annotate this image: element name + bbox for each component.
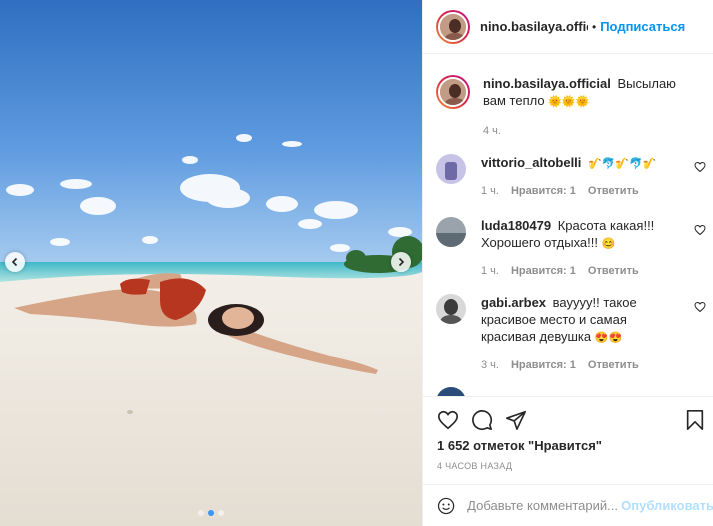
comment-avatar[interactable] bbox=[436, 217, 466, 247]
comment-emoji: 😍😍 bbox=[594, 332, 623, 344]
carousel-dot bbox=[198, 510, 204, 516]
chevron-right-icon bbox=[398, 257, 405, 267]
comment-reply-button[interactable]: Ответить bbox=[588, 263, 639, 280]
comment-time[interactable]: 1 ч. bbox=[481, 263, 499, 280]
follow-button[interactable]: Подписаться bbox=[600, 19, 685, 34]
comment-avatar[interactable] bbox=[436, 387, 466, 396]
comment-username[interactable]: luda180479 bbox=[481, 218, 551, 233]
comment-text: 🎷🐬🎷🐬🎷 bbox=[588, 158, 657, 170]
comment-item-partial bbox=[436, 387, 706, 396]
carousel-dot bbox=[218, 510, 224, 516]
comment-likes-count[interactable]: Нравится: 1 bbox=[511, 263, 576, 280]
post: nino.basilaya.official • Подписаться nin… bbox=[0, 0, 713, 526]
comment-item: vittorio_altobelli 🎷🐬🎷🐬🎷 1 ч. Нравится: … bbox=[436, 154, 706, 200]
comment-reply-button[interactable]: Ответить bbox=[588, 357, 639, 374]
comment-time[interactable]: 1 ч. bbox=[481, 183, 499, 200]
post-header: nino.basilaya.official • Подписаться bbox=[423, 0, 713, 54]
comment-avatar-image bbox=[436, 387, 466, 396]
caption-emoji: 🌞🌞🌞 bbox=[548, 96, 590, 108]
publish-button[interactable]: Опубликовать bbox=[621, 498, 713, 513]
post-photo[interactable] bbox=[0, 0, 422, 526]
comment-likes-count[interactable]: Нравится: 1 bbox=[511, 183, 576, 200]
comment-item: gabi.arbex вауууу!! такое красивое место… bbox=[436, 294, 706, 374]
comment-bubble-icon[interactable] bbox=[471, 409, 493, 431]
comment-username[interactable]: vittorio_altobelli bbox=[481, 155, 581, 170]
header-separator: • bbox=[592, 19, 597, 34]
comment-avatar-image bbox=[436, 217, 466, 247]
comment-avatar-image bbox=[436, 154, 466, 184]
save-bookmark-icon[interactable] bbox=[685, 409, 705, 431]
comment-username[interactable]: gabi.arbex bbox=[481, 295, 546, 310]
comment-like-heart-icon[interactable] bbox=[694, 301, 706, 313]
caption-avatar-image bbox=[440, 79, 466, 105]
comment-emoji: 😊 bbox=[601, 238, 616, 250]
carousel-dot-active bbox=[208, 510, 214, 516]
comment-item: luda180479 Красота какая!!! Хорошего отд… bbox=[436, 217, 706, 280]
caption-avatar[interactable] bbox=[436, 75, 470, 109]
caption-time[interactable]: 4 ч. bbox=[483, 123, 501, 140]
comment-likes-count[interactable]: Нравится: 1 bbox=[511, 357, 576, 374]
post-timestamp[interactable]: 4 ЧАСОВ НАЗАД bbox=[437, 461, 512, 471]
comment-like-heart-icon[interactable] bbox=[694, 224, 706, 236]
previous-slide-button[interactable] bbox=[5, 252, 25, 272]
like-heart-icon[interactable] bbox=[437, 409, 459, 431]
beach-photo bbox=[0, 0, 422, 526]
emoji-smiley-icon[interactable] bbox=[437, 495, 455, 517]
caption-username[interactable]: nino.basilaya.official bbox=[483, 76, 611, 91]
comment-reply-button[interactable]: Ответить bbox=[588, 183, 639, 200]
carousel-indicator bbox=[0, 510, 422, 516]
share-direct-icon[interactable] bbox=[505, 409, 527, 431]
comment-time[interactable]: 3 ч. bbox=[481, 357, 499, 374]
post-side-panel: nino.basilaya.official • Подписаться nin… bbox=[422, 0, 713, 526]
comment-avatar-image bbox=[436, 294, 466, 324]
comment-avatar[interactable] bbox=[436, 154, 466, 184]
add-comment-bar: Опубликовать bbox=[423, 484, 713, 526]
author-avatar[interactable] bbox=[436, 9, 470, 44]
comment-like-heart-icon[interactable] bbox=[694, 161, 706, 173]
comment-input[interactable] bbox=[467, 498, 620, 513]
comments-list[interactable]: nino.basilaya.official Высылаю вам тепло… bbox=[423, 55, 713, 396]
post-actions: 1 652 отметок "Нравится" 4 ЧАСОВ НАЗАД bbox=[423, 396, 713, 476]
caption: nino.basilaya.official Высылаю вам тепло… bbox=[436, 75, 706, 140]
comment-avatar[interactable] bbox=[436, 294, 466, 324]
likes-count[interactable]: 1 652 отметок "Нравится" bbox=[437, 438, 602, 453]
author-username[interactable]: nino.basilaya.official bbox=[480, 19, 588, 34]
next-slide-button[interactable] bbox=[391, 252, 411, 272]
chevron-left-icon bbox=[11, 257, 18, 267]
author-avatar-image bbox=[440, 13, 466, 40]
